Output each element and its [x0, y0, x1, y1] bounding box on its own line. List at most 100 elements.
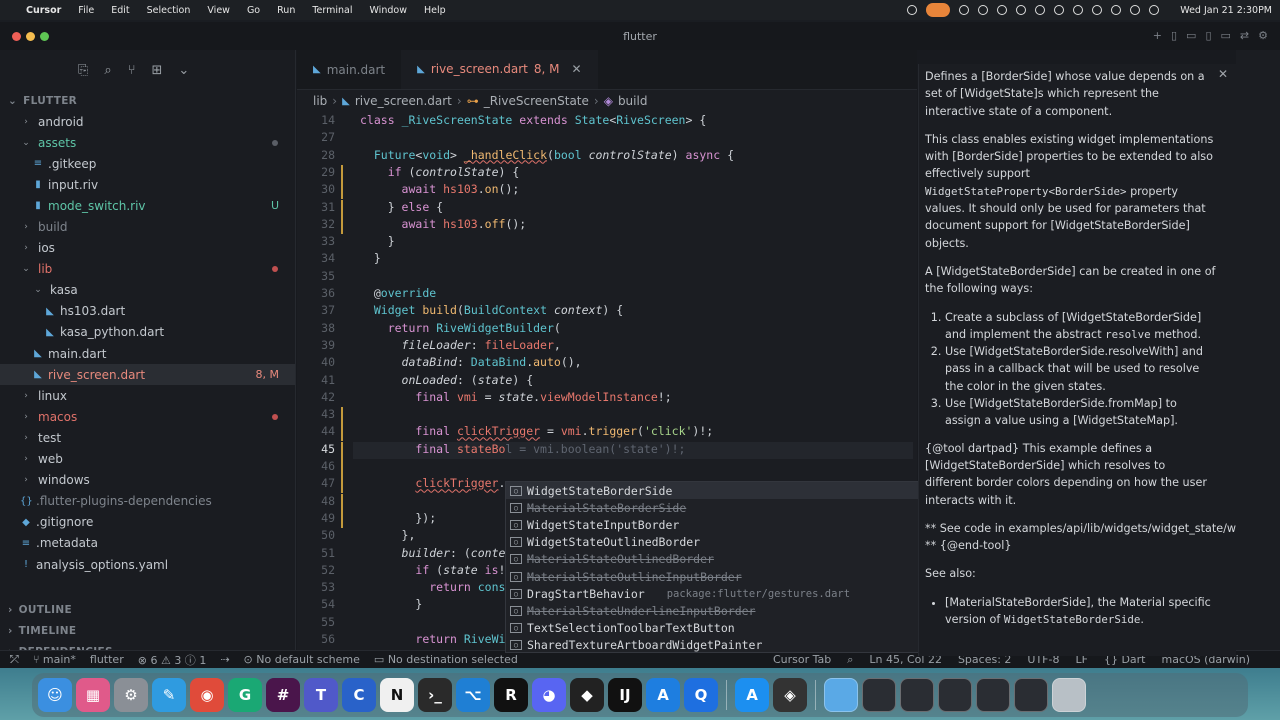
autocomplete-item[interactable]: ○ SharedTextureArtboardWidgetPainter	[506, 637, 918, 654]
code-line[interactable]: if (controlState) {	[360, 165, 520, 179]
file-tree-item[interactable]: ◣ rive_screen.dart 8, M	[0, 364, 295, 386]
file-tree-item[interactable]: ≡ .metadata	[0, 533, 295, 554]
toggle-aux-icon[interactable]: ▯	[1205, 29, 1211, 42]
file-tree-item[interactable]: ⌄ kasa	[0, 280, 295, 301]
dock-testflight-icon[interactable]: A	[646, 678, 680, 712]
grammarly-icon[interactable]	[978, 5, 989, 15]
autocomplete-item[interactable]: ○ DragStartBehavior package:flutter/gestur…	[506, 585, 918, 602]
chevron-down-icon[interactable]: ⌄	[178, 63, 189, 78]
dock-vscode-icon[interactable]: ⌥	[456, 678, 490, 712]
dock-cursor-app-icon[interactable]: C	[342, 678, 376, 712]
file-tree-item[interactable]: ◣ kasa_python.dart	[0, 322, 295, 343]
file-tree-item[interactable]: ◆ .gitignore	[0, 512, 295, 533]
menu-app-name[interactable]: Cursor	[26, 5, 61, 16]
outline-section[interactable]: › OUTLINE	[0, 599, 295, 620]
code-line[interactable]: final clickTrigger = vmi.trigger('click'…	[360, 424, 713, 438]
code-line[interactable]: final vmi = state.viewModelInstance!;	[360, 390, 671, 404]
dock-unity-icon[interactable]: ◆	[570, 678, 604, 712]
file-tree-item[interactable]: ⌄ assets	[0, 132, 295, 153]
dock-quicktime-icon[interactable]: Q	[684, 678, 718, 712]
toggle-sidebar-icon[interactable]: ▯	[1171, 29, 1177, 42]
code-line[interactable]: @override	[360, 286, 436, 300]
run-icon[interactable]: ⇢	[220, 653, 229, 666]
project-label[interactable]: flutter	[90, 653, 124, 666]
breadcrumb-method[interactable]: build	[618, 94, 648, 108]
code-line[interactable]: builder: (conte	[360, 546, 506, 560]
menu-view[interactable]: View	[207, 5, 230, 16]
autocomplete-item[interactable]: ○ TextSelectionToolbarTextButton	[506, 620, 918, 637]
menu-file[interactable]: File	[78, 5, 94, 16]
code-line[interactable]: }	[360, 251, 381, 265]
dock-teams-icon[interactable]: T	[304, 678, 338, 712]
settings-gear-icon[interactable]: ⚙	[1258, 29, 1268, 42]
file-tree-item[interactable]: ! analysis_options.yaml	[0, 554, 295, 575]
menu-help[interactable]: Help	[424, 5, 446, 16]
destination-status[interactable]: ▭ No destination selected	[374, 653, 518, 666]
file-tree-item[interactable]: ≡ .gitkeep	[0, 153, 295, 174]
dock-window-b-icon[interactable]	[900, 678, 934, 712]
extensions-icon[interactable]: ⊞	[152, 63, 163, 78]
file-tree-item[interactable]: › web	[0, 449, 295, 470]
code-line[interactable]: onLoaded: (state) {	[360, 373, 534, 387]
dock-launchpad-icon[interactable]: ▦	[76, 678, 110, 712]
code-line[interactable]: return RiveWidgetBuilder(	[360, 321, 561, 335]
file-tree-item[interactable]: › android	[0, 111, 295, 132]
code-line[interactable]: Widget build(BuildContext context) {	[360, 303, 623, 317]
file-tree-item[interactable]: ◣ main.dart	[0, 343, 295, 364]
notion-icon[interactable]	[1016, 5, 1027, 15]
dock-folder-icon[interactable]	[824, 678, 858, 712]
file-tree-item[interactable]: › linux	[0, 385, 295, 406]
scheme-status[interactable]: ⊙ No default scheme	[244, 653, 360, 666]
menu-selection[interactable]: Selection	[147, 5, 191, 16]
file-tree-item[interactable]: ◣ hs103.dart	[0, 301, 295, 322]
code-line[interactable]: }	[360, 234, 395, 248]
tab-main-dart[interactable]: ◣ main.dart	[297, 50, 401, 89]
battery-icon[interactable]	[1073, 5, 1084, 15]
code-line[interactable]: if (state is!	[360, 563, 505, 577]
file-tree-item[interactable]: › test	[0, 427, 295, 448]
close-icon[interactable]: ✕	[572, 62, 582, 76]
dock-finder-icon[interactable]: ☺	[38, 678, 72, 712]
breadcrumb-class[interactable]: _RiveScreenState	[484, 94, 589, 108]
timeline-section[interactable]: › TIMELINE	[0, 620, 295, 641]
shield-icon[interactable]	[959, 5, 970, 15]
dock-rider-icon[interactable]: R	[494, 678, 528, 712]
play-icon[interactable]	[1054, 5, 1065, 15]
breadcrumb-file[interactable]: rive_screen.dart	[355, 94, 452, 108]
code-line[interactable]: dataBind: DataBind.auto(),	[360, 355, 582, 369]
menu-go[interactable]: Go	[247, 5, 260, 16]
record-icon[interactable]	[907, 5, 918, 15]
code-line[interactable]: return cons	[360, 580, 505, 594]
new-chat-icon[interactable]: +	[1153, 29, 1162, 42]
file-tree-item[interactable]: ▮ input.riv	[0, 174, 295, 195]
dock-freeform-icon[interactable]: ✎	[152, 678, 186, 712]
code-line[interactable]: });	[360, 511, 436, 525]
menubar-clock[interactable]: Wed Jan 21 2:30PM	[1180, 5, 1272, 16]
code-line[interactable]: await hs103.on();	[360, 182, 520, 196]
dock-app-store-icon[interactable]: A	[735, 678, 769, 712]
autocomplete-item[interactable]: ○ WidgetStateInputBorder	[506, 516, 918, 533]
code-line[interactable]: Future<void> _handleClick(bool controlSt…	[360, 148, 734, 162]
wifi-icon[interactable]	[1092, 5, 1103, 15]
menu-run[interactable]: Run	[277, 5, 295, 16]
code-line[interactable]: await hs103.off();	[360, 217, 527, 231]
file-tree-item[interactable]: › windows	[0, 470, 295, 491]
dock-system-settings-icon[interactable]: ⚙	[114, 678, 148, 712]
siri-icon[interactable]	[1149, 5, 1160, 15]
dock-window-c-icon[interactable]	[938, 678, 972, 712]
dock-terminal-icon[interactable]: ›_	[418, 678, 452, 712]
dock-slack-icon[interactable]: #	[266, 678, 300, 712]
search-icon[interactable]: ⌕	[104, 63, 111, 78]
menu-window[interactable]: Window	[370, 5, 407, 16]
toggle-panel-icon[interactable]: ▭	[1186, 29, 1196, 42]
dock-notion-icon[interactable]: N	[380, 678, 414, 712]
time-machine-icon[interactable]	[997, 5, 1008, 15]
code-line[interactable]: final stateBol = vmi.boolean('state')!;	[360, 442, 685, 456]
zoom-window-icon[interactable]	[40, 32, 49, 41]
dock-trash-icon[interactable]	[1052, 678, 1086, 712]
dock-window-d-icon[interactable]	[976, 678, 1010, 712]
problems-status[interactable]: ⊗ 6 ⚠ 3 ⓘ 1	[138, 652, 207, 668]
autocomplete-item[interactable]: ○ MaterialStateOutlinedBorder	[506, 551, 918, 568]
menu-edit[interactable]: Edit	[111, 5, 129, 16]
zoom-icon[interactable]: ⌕	[847, 653, 853, 667]
